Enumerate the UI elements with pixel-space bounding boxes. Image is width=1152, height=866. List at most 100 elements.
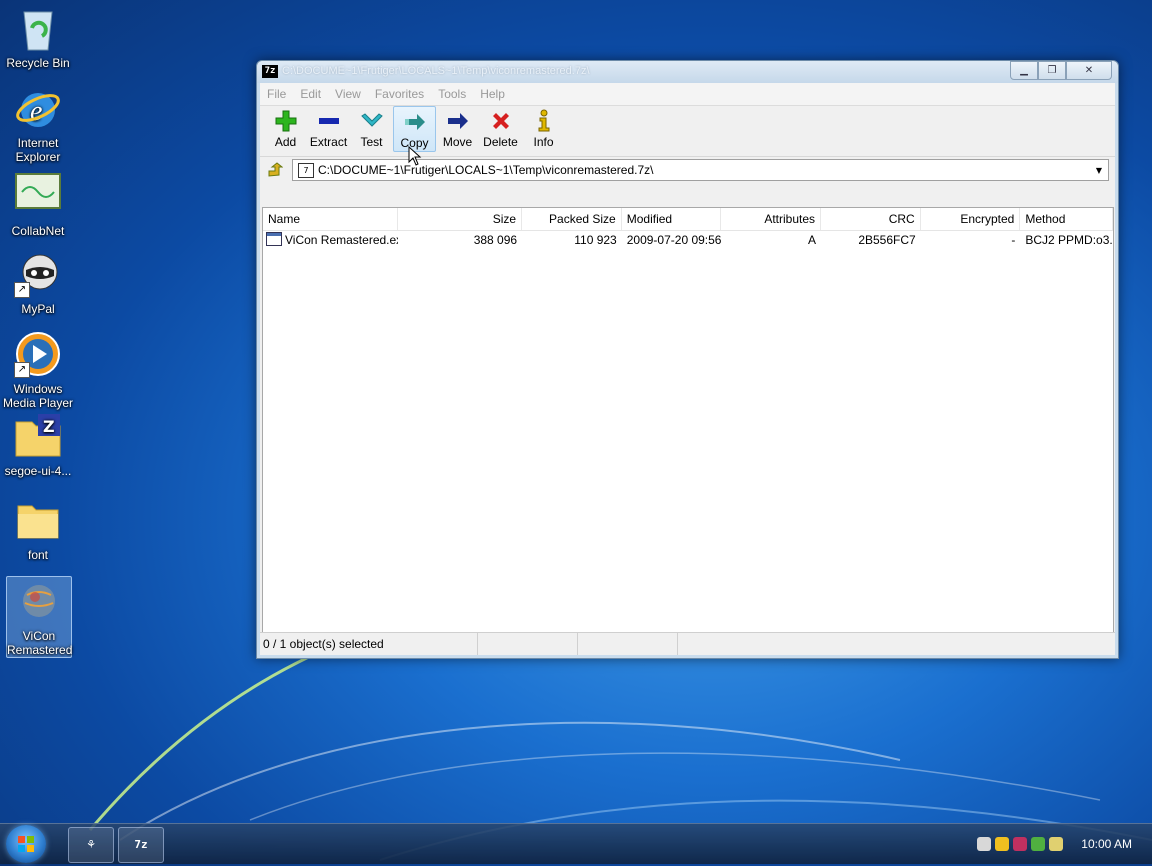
cell-size: 388 096 <box>473 233 518 247</box>
add-button[interactable]: Add <box>264 106 307 152</box>
info-icon <box>538 109 549 132</box>
info-label: Info <box>533 135 554 149</box>
move-button[interactable]: Move <box>436 106 479 152</box>
maximize-button[interactable]: ❐ <box>1038 61 1066 80</box>
minimize-button[interactable]: ▁ <box>1010 61 1038 80</box>
desktop-icon-font[interactable]: font <box>0 496 76 562</box>
menu-help[interactable]: Help <box>473 87 512 101</box>
column-header-size[interactable]: Size <box>398 208 523 230</box>
column-header-method[interactable]: Method <box>1020 208 1114 230</box>
desktop-icon-label: CollabNet <box>11 224 65 238</box>
taskbar-item-7zip[interactable]: 7z <box>118 827 164 863</box>
cell-encrypted: - <box>1011 233 1016 247</box>
desktop-icon-label: font <box>27 548 48 562</box>
shortcut-arrow-icon: ↗ <box>14 362 30 378</box>
desktop-icon-collabnet[interactable]: CollabNet <box>0 172 76 238</box>
column-header-modified[interactable]: Modified <box>622 208 722 230</box>
extract-button[interactable]: Extract <box>307 106 350 152</box>
menu-edit[interactable]: Edit <box>293 87 328 101</box>
delete-button[interactable]: Delete <box>479 106 522 152</box>
menu-view[interactable]: View <box>328 87 368 101</box>
zip-folder-icon: Z <box>14 412 62 460</box>
cell-method: BCJ2 PPMD:o3... <box>1025 233 1114 247</box>
cell-name: ViCon Remastered.exe <box>263 231 398 249</box>
collabnet-icon <box>14 172 62 220</box>
info-button[interactable]: Info <box>522 106 565 152</box>
column-header-name[interactable]: Name <box>263 208 398 230</box>
shield-icon[interactable] <box>995 837 1010 851</box>
7zip-app-icon: 7z <box>262 65 278 78</box>
shortcut-arrow-icon: ↗ <box>14 282 30 298</box>
internet-explorer-icon: e <box>14 84 62 132</box>
desktop-icon-vicon-remastered[interactable]: ViCon Remastered <box>6 576 72 658</box>
desktop-icon-recycle-bin[interactable]: Recycle Bin <box>0 4 76 70</box>
status-selection: 0 / 1 object(s) selected <box>260 633 478 655</box>
title-bar[interactable]: 7z C:\DOCUME~1\Frutiger\LOCALS~1\Temp\vi… <box>257 61 1118 83</box>
desktop-icon-label: Windows Media Player <box>2 382 74 410</box>
window-title: C:\DOCUME~1\Frutiger\LOCALS~1\Temp\vicon… <box>282 65 590 77</box>
desktop-icon-label: Internet Explorer <box>15 136 61 164</box>
move-arrow-icon <box>447 113 468 129</box>
desktop-icon-label: MyPal <box>21 302 55 316</box>
desktop-icon-internet-explorer[interactable]: e Internet Explorer <box>0 84 76 164</box>
mouse-cursor-icon <box>408 146 422 166</box>
column-header-crc[interactable]: CRC <box>821 208 921 230</box>
archive-icon: 7 <box>298 162 314 178</box>
copy-arrow-icon <box>404 114 425 130</box>
x-icon <box>492 113 509 129</box>
move-label: Move <box>442 135 473 149</box>
folder-icon <box>14 496 62 544</box>
dropdown-arrow-icon[interactable]: ▼ <box>1090 160 1108 180</box>
desktop-icon-segoe-ui[interactable]: Z segoe-ui-4... <box>0 412 76 478</box>
cell-packed-size: 110 923 <box>574 233 617 247</box>
desktop-icon-mypal[interactable]: ↗ MyPal <box>0 250 76 316</box>
menu-tools[interactable]: Tools <box>431 87 473 101</box>
address-text: C:\DOCUME~1\Frutiger\LOCALS~1\Temp\vicon… <box>318 163 654 177</box>
menu-bar: File Edit View Favorites Tools Help <box>260 83 1115 106</box>
delete-label: Delete <box>483 135 518 149</box>
test-label: Test <box>360 135 383 149</box>
status-bar: 0 / 1 object(s) selected <box>260 632 1115 655</box>
keys-icon[interactable] <box>977 837 992 851</box>
s-app-icon[interactable] <box>1049 837 1064 851</box>
status-panel-2 <box>478 633 578 655</box>
menu-file[interactable]: File <box>260 87 293 101</box>
minimize-icon: ▁ <box>1020 65 1028 76</box>
taskbar-item-app[interactable]: ⚘ <box>68 827 114 863</box>
cell-crc: 2B556FC7 <box>858 233 916 247</box>
minus-icon <box>318 118 339 124</box>
recycle-bin-icon <box>14 4 62 52</box>
desktop-icon-label: segoe-ui-4... <box>4 464 72 478</box>
column-header-attributes[interactable]: Attributes <box>721 208 822 230</box>
exe-file-icon <box>266 232 282 246</box>
check-icon <box>360 113 383 127</box>
close-button[interactable]: ✕ <box>1066 61 1112 80</box>
add-label: Add <box>274 135 297 149</box>
up-folder-button[interactable] <box>264 160 286 180</box>
test-button[interactable]: Test <box>350 106 393 152</box>
plus-icon <box>275 110 296 132</box>
svg-text:Z: Z <box>43 417 55 436</box>
menu-favorites[interactable]: Favorites <box>368 87 431 101</box>
file-list[interactable]: Name Size Packed Size Modified Attribute… <box>262 207 1114 655</box>
address-bar: 7 C:\DOCUME~1\Frutiger\LOCALS~1\Temp\vic… <box>260 157 1115 183</box>
extract-label: Extract <box>309 135 348 149</box>
media-player-icon: ↗ <box>14 330 62 378</box>
restore-icon: ❐ <box>1047 65 1057 76</box>
column-header-packed-size[interactable]: Packed Size <box>522 208 622 230</box>
cell-modified: 2009-07-20 09:56 <box>626 233 722 247</box>
toolbar: Add Extract Test Copy Move Delete Info <box>260 106 1115 157</box>
list-header: Name Size Packed Size Modified Attribute… <box>263 208 1114 231</box>
desktop-icon-windows-media-player[interactable]: ↗ Windows Media Player <box>0 330 76 410</box>
archive-window: 7z C:\DOCUME~1\Frutiger\LOCALS~1\Temp\vi… <box>256 60 1119 659</box>
start-button[interactable] <box>6 825 46 863</box>
system-tray: 10:00 AM <box>977 824 1152 864</box>
up-arrow-icon <box>268 162 283 177</box>
security-shield-icon[interactable] <box>1013 837 1028 851</box>
clock[interactable]: 10:00 AM <box>1081 837 1132 851</box>
file-name: ViCon Remastered.exe <box>285 233 398 247</box>
column-header-encrypted[interactable]: Encrypted <box>921 208 1021 230</box>
network-icon[interactable] <box>1031 837 1046 851</box>
table-row[interactable]: ViCon Remastered.exe 388 096 110 923 200… <box>263 231 1113 249</box>
desktop-icon-label: Recycle Bin <box>6 56 70 70</box>
